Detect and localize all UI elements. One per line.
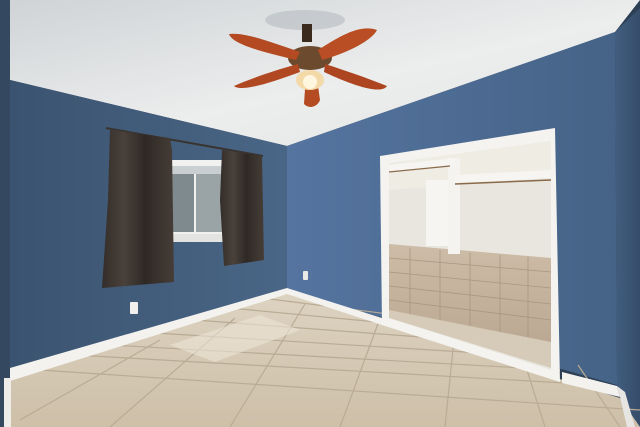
- outlet-icon: [303, 271, 308, 280]
- outlet-icon: [130, 302, 138, 314]
- right-wall: [615, 8, 640, 427]
- left-edge-baseboard: [4, 378, 11, 427]
- left-edge-wall: [0, 0, 10, 427]
- right-curtain: [220, 150, 264, 266]
- left-curtain: [102, 130, 174, 288]
- window: [166, 160, 226, 242]
- room-scene: [0, 0, 640, 427]
